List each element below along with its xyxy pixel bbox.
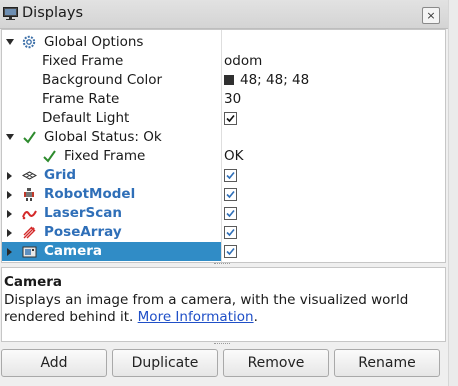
- display-row-robotmodel[interactable]: RobotModel: [2, 185, 445, 204]
- property-row-default-light[interactable]: Default Light: [2, 109, 445, 128]
- background-color-text: 48; 48; 48: [240, 72, 310, 88]
- panel-title-bar: Displays ×: [0, 0, 448, 29]
- display-enabled-cell[interactable]: [224, 223, 240, 242]
- display-row-grid[interactable]: Grid: [2, 166, 445, 185]
- tree-label: Global Status: Ok: [44, 129, 162, 145]
- display-enabled-cell[interactable]: [224, 204, 240, 223]
- display-enabled-cell[interactable]: [224, 242, 240, 261]
- camera-icon: [22, 244, 37, 259]
- checkmark-icon: [22, 130, 37, 145]
- default-light-value[interactable]: [224, 109, 240, 128]
- robot-model-icon: [22, 187, 37, 202]
- more-information-link[interactable]: More Information: [138, 309, 254, 325]
- add-button[interactable]: Add: [1, 349, 107, 377]
- display-enabled-cell[interactable]: [224, 185, 240, 204]
- monitor-icon: [3, 7, 18, 20]
- property-row-frame-rate[interactable]: Frame Rate 30: [2, 90, 445, 109]
- status-row-fixed-frame[interactable]: Fixed Frame OK: [2, 147, 445, 166]
- display-label: Grid: [44, 167, 77, 183]
- display-row-camera[interactable]: Camera: [2, 242, 445, 261]
- expand-arrow-icon[interactable]: [6, 39, 14, 45]
- gear-icon: [22, 35, 37, 50]
- display-label: PoseArray: [44, 224, 122, 240]
- tree-row-global-status[interactable]: Global Status: Ok: [2, 128, 445, 147]
- rename-button[interactable]: Rename: [334, 349, 440, 377]
- description-suffix: .: [253, 309, 258, 325]
- expand-arrow-icon[interactable]: [7, 210, 12, 218]
- pose-array-icon: [22, 225, 37, 240]
- description-title: Camera: [4, 274, 63, 290]
- color-swatch[interactable]: [224, 75, 234, 85]
- default-light-checkbox[interactable]: [224, 112, 237, 125]
- property-name: Default Light: [42, 110, 130, 126]
- expand-arrow-icon[interactable]: [7, 172, 12, 180]
- splitter-handle[interactable]: [214, 343, 230, 346]
- property-name: Fixed Frame: [42, 53, 124, 69]
- description-panel: Camera Displays an image from a camera, …: [1, 267, 446, 342]
- description-body: Displays an image from a camera, with th…: [4, 292, 440, 326]
- property-name: Background Color: [42, 72, 163, 88]
- property-name: Frame Rate: [42, 91, 120, 107]
- display-label: RobotModel: [44, 186, 136, 202]
- tree-label: Global Options: [44, 34, 144, 50]
- display-enabled-cell[interactable]: [224, 166, 240, 185]
- frame-rate-value[interactable]: 30: [224, 90, 241, 109]
- expand-arrow-icon[interactable]: [7, 229, 12, 237]
- display-row-posearray[interactable]: PoseArray: [2, 223, 445, 242]
- expand-arrow-icon[interactable]: [7, 191, 12, 199]
- display-row-laserscan[interactable]: LaserScan: [2, 204, 445, 223]
- background-color-value[interactable]: 48; 48; 48: [224, 71, 309, 90]
- grid-icon: [21, 168, 38, 183]
- displays-tree[interactable]: Global Options Fixed Frame odom Backgrou…: [1, 29, 446, 263]
- property-row-fixed-frame[interactable]: Fixed Frame odom: [2, 52, 445, 71]
- checkmark-icon: [42, 149, 57, 164]
- display-label: LaserScan: [44, 205, 123, 221]
- tree-row-global-options[interactable]: Global Options: [2, 33, 445, 52]
- camera-enabled-checkbox[interactable]: [224, 245, 237, 258]
- duplicate-button[interactable]: Duplicate: [112, 349, 218, 377]
- remove-button[interactable]: Remove: [223, 349, 329, 377]
- robotmodel-enabled-checkbox[interactable]: [224, 188, 237, 201]
- panel-title: Displays: [22, 5, 84, 21]
- expand-arrow-icon[interactable]: [6, 134, 14, 140]
- posearray-enabled-checkbox[interactable]: [224, 226, 237, 239]
- fixed-frame-value[interactable]: odom: [224, 52, 262, 71]
- laserscan-enabled-checkbox[interactable]: [224, 207, 237, 220]
- expand-arrow-icon[interactable]: [7, 248, 12, 256]
- property-row-background-color[interactable]: Background Color 48; 48; 48: [2, 71, 445, 90]
- status-value: OK: [224, 148, 244, 164]
- close-button[interactable]: ×: [422, 7, 440, 24]
- laser-scan-icon: [22, 206, 37, 221]
- display-label: Camera: [44, 243, 103, 259]
- status-name: Fixed Frame: [64, 148, 146, 164]
- vertical-scrollbar[interactable]: [448, 0, 458, 386]
- splitter-handle[interactable]: [214, 263, 230, 266]
- grid-enabled-checkbox[interactable]: [224, 169, 237, 182]
